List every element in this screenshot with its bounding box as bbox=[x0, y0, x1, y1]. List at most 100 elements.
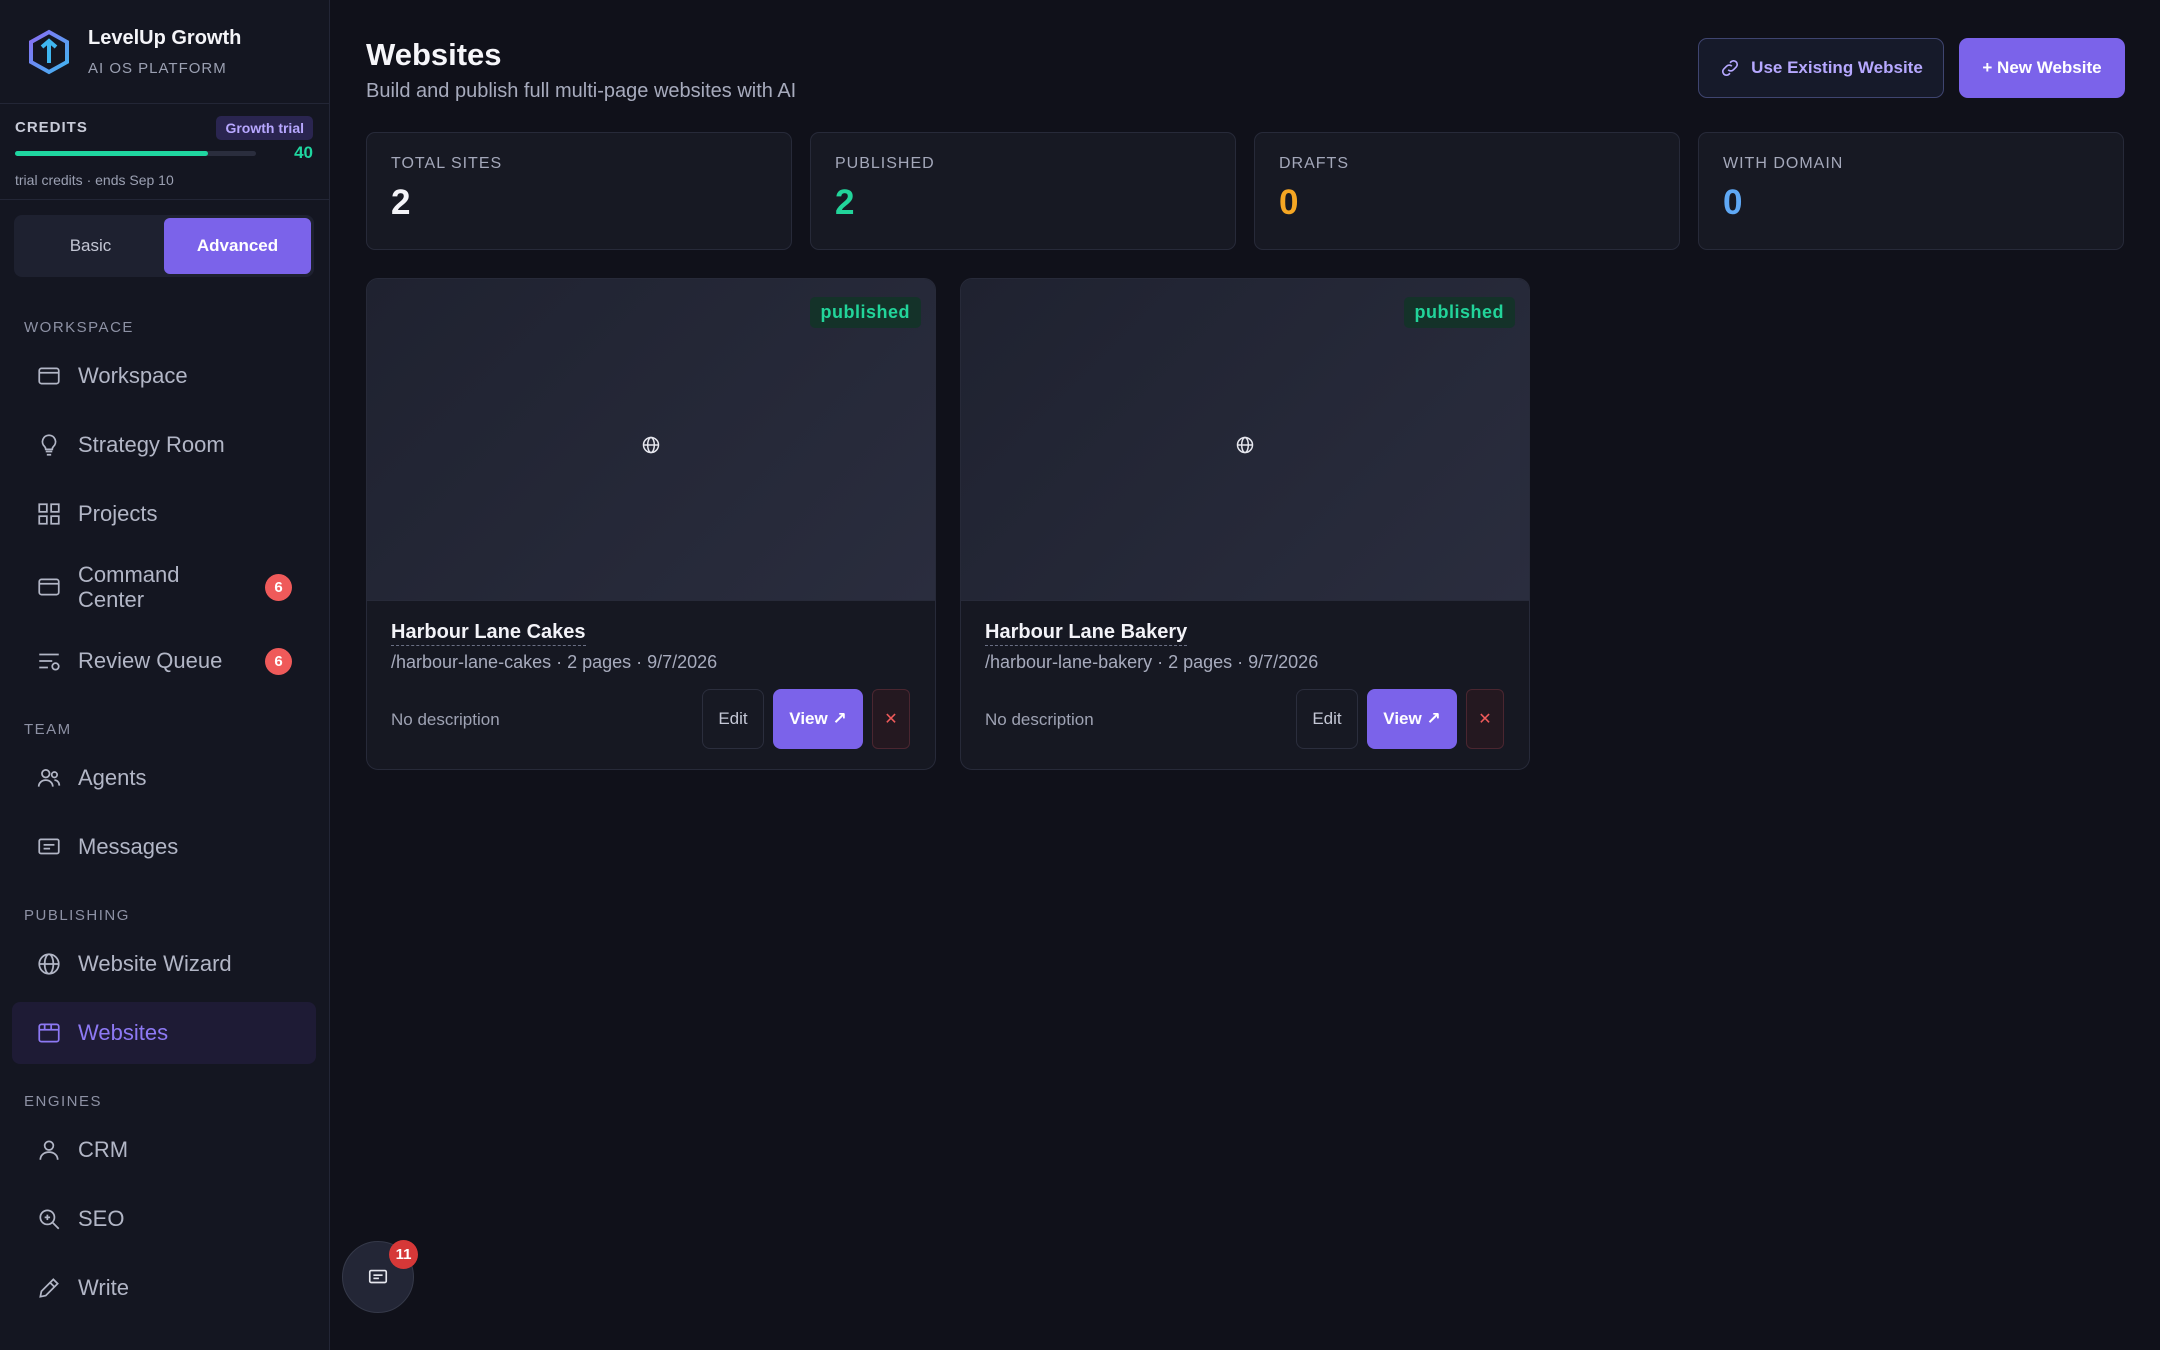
sidebar-item-label: SEO bbox=[78, 1206, 125, 1231]
sidebar-item-write[interactable]: Write bbox=[12, 1257, 316, 1319]
sidebar-item-label: Workspace bbox=[78, 363, 188, 388]
sidebar-item-projects[interactable]: Projects bbox=[12, 483, 316, 545]
section-publishing: PUBLISHING bbox=[24, 907, 130, 924]
chat-count-badge: 11 bbox=[389, 1240, 418, 1269]
monitor-icon bbox=[38, 367, 60, 385]
sidebar-item-label: Website Wizard bbox=[78, 951, 232, 976]
edit-button[interactable]: Edit bbox=[1296, 689, 1358, 749]
sidebar-item-crm[interactable]: CRM bbox=[12, 1119, 316, 1181]
browser-icon bbox=[38, 1023, 60, 1043]
use-existing-website-label: Use Existing Website bbox=[1751, 58, 1923, 77]
edit-button[interactable]: Edit bbox=[702, 689, 764, 749]
globe-icon bbox=[1236, 436, 1254, 454]
brand-name: LevelUp Growth bbox=[88, 26, 242, 49]
mode-advanced-button[interactable]: Advanced bbox=[164, 218, 311, 274]
delete-button[interactable]: ✕ bbox=[872, 689, 910, 749]
sidebar-item-label: Review Queue bbox=[78, 648, 223, 673]
grid-icon bbox=[38, 503, 60, 525]
status-badge: published bbox=[809, 297, 921, 328]
view-button[interactable]: View ↗ bbox=[773, 689, 863, 749]
brand-logo-icon bbox=[29, 29, 69, 74]
status-badge: published bbox=[1403, 297, 1515, 328]
pencil-icon bbox=[39, 1278, 59, 1298]
mode-basic-button[interactable]: Basic bbox=[17, 218, 164, 274]
website-preview[interactable]: published bbox=[961, 279, 1529, 601]
lightbulb-icon bbox=[41, 434, 57, 456]
sidebar-item-label: Write bbox=[78, 1275, 129, 1300]
search-icon bbox=[39, 1209, 60, 1230]
stat-published: PUBLISHED 2 bbox=[810, 132, 1236, 250]
stat-value: 2 bbox=[835, 183, 855, 222]
message-icon bbox=[38, 838, 60, 855]
stat-value: 0 bbox=[1723, 183, 1743, 222]
globe-icon bbox=[642, 436, 660, 454]
sidebar-item-label: Agents bbox=[78, 765, 147, 790]
chat-icon bbox=[368, 1269, 388, 1284]
credits-note: trial credits · ends Sep 10 bbox=[15, 172, 174, 188]
stat-label: WITH DOMAIN bbox=[1723, 155, 1844, 172]
section-workspace: WORKSPACE bbox=[24, 319, 134, 336]
sidebar-item-strategy-room[interactable]: Strategy Room bbox=[12, 414, 316, 476]
section-engines: ENGINES bbox=[24, 1093, 103, 1110]
page-title: Websites bbox=[366, 37, 502, 72]
sidebar-item-workspace[interactable]: Workspace bbox=[12, 345, 316, 407]
sidebar-item-label: Websites bbox=[78, 1020, 169, 1045]
mode-toggle: Basic Advanced bbox=[14, 215, 314, 277]
sidebar-item-label: Messages bbox=[78, 834, 179, 859]
use-existing-website-button[interactable]: Use Existing Website bbox=[1698, 38, 1944, 98]
stat-label: TOTAL SITES bbox=[391, 155, 503, 172]
globe-icon bbox=[38, 953, 60, 975]
new-website-button[interactable]: + New Website bbox=[1959, 38, 2125, 98]
command-label-line-2: Center bbox=[78, 587, 145, 612]
page-subtitle: Build and publish full multi-page websit… bbox=[366, 80, 797, 102]
delete-button[interactable]: ✕ bbox=[1466, 689, 1504, 749]
stat-total-sites: TOTAL SITES 2 bbox=[366, 132, 792, 250]
plan-badge: Growth trial bbox=[216, 116, 313, 140]
main-content: Websites Build and publish full multi-pa… bbox=[330, 0, 2160, 1350]
sidebar-item-label: Projects bbox=[78, 501, 158, 526]
brand[interactable]: LevelUp Growth AI OS PLATFORM bbox=[0, 0, 329, 104]
sidebar-item-messages[interactable]: Messages bbox=[12, 816, 316, 878]
website-card[interactable]: published Harbour Lane Cakes /harbour-la… bbox=[366, 278, 936, 770]
users-icon bbox=[37, 769, 61, 787]
sidebar-item-agents[interactable]: Agents bbox=[12, 747, 316, 809]
view-button[interactable]: View ↗ bbox=[1367, 689, 1457, 749]
sidebar-item-label: Strategy Room bbox=[78, 432, 225, 457]
stat-label: PUBLISHED bbox=[835, 155, 935, 172]
website-description: No description bbox=[391, 710, 500, 729]
credits-panel: CREDITS Growth trial 40 trial credits · … bbox=[0, 104, 329, 200]
website-title[interactable]: Harbour Lane Bakery bbox=[985, 621, 1188, 646]
sidebar-item-label: Command Center bbox=[78, 562, 179, 612]
command-label-line-1: Command bbox=[78, 562, 180, 587]
monitor-icon bbox=[38, 578, 60, 596]
credits-progress-fill bbox=[15, 151, 208, 156]
website-meta: /harbour-lane-cakes · 2 pages · 9/7/2026 bbox=[391, 652, 718, 672]
credits-progress-bar bbox=[15, 151, 256, 156]
sidebar: LevelUp Growth AI OS PLATFORM CREDITS Gr… bbox=[0, 0, 330, 1350]
sidebar-item-label: CRM bbox=[78, 1137, 129, 1162]
website-meta: /harbour-lane-bakery · 2 pages · 9/7/202… bbox=[985, 652, 1319, 672]
user-icon bbox=[39, 1140, 59, 1160]
website-preview[interactable]: published bbox=[367, 279, 935, 601]
credits-value: 40 bbox=[294, 143, 313, 162]
review-queue-badge: 6 bbox=[265, 647, 292, 675]
website-title[interactable]: Harbour Lane Cakes bbox=[391, 621, 586, 646]
sidebar-item-seo[interactable]: SEO bbox=[12, 1188, 316, 1250]
sidebar-item-websites[interactable]: Websites bbox=[12, 1002, 316, 1064]
stat-with-domain: WITH DOMAIN 0 bbox=[1698, 132, 2124, 250]
command-center-badge: 6 bbox=[265, 573, 292, 601]
stat-label: DRAFTS bbox=[1279, 155, 1349, 172]
stat-value: 0 bbox=[1279, 183, 1299, 222]
website-description: No description bbox=[985, 710, 1094, 729]
brand-subtitle: AI OS PLATFORM bbox=[88, 59, 227, 77]
section-team: TEAM bbox=[24, 721, 72, 738]
sidebar-item-website-wizard[interactable]: Website Wizard bbox=[12, 933, 316, 995]
credits-title: CREDITS bbox=[15, 119, 88, 136]
stat-drafts: DRAFTS 0 bbox=[1254, 132, 1680, 250]
list-filter-icon bbox=[39, 653, 60, 671]
sidebar-item-command-center[interactable]: Command Center 6 bbox=[12, 556, 316, 618]
website-card[interactable]: published Harbour Lane Bakery /harbour-l… bbox=[960, 278, 1530, 770]
sidebar-item-review-queue[interactable]: Review Queue 6 bbox=[12, 630, 316, 692]
stat-value: 2 bbox=[391, 183, 411, 222]
link-icon bbox=[1722, 59, 1739, 77]
